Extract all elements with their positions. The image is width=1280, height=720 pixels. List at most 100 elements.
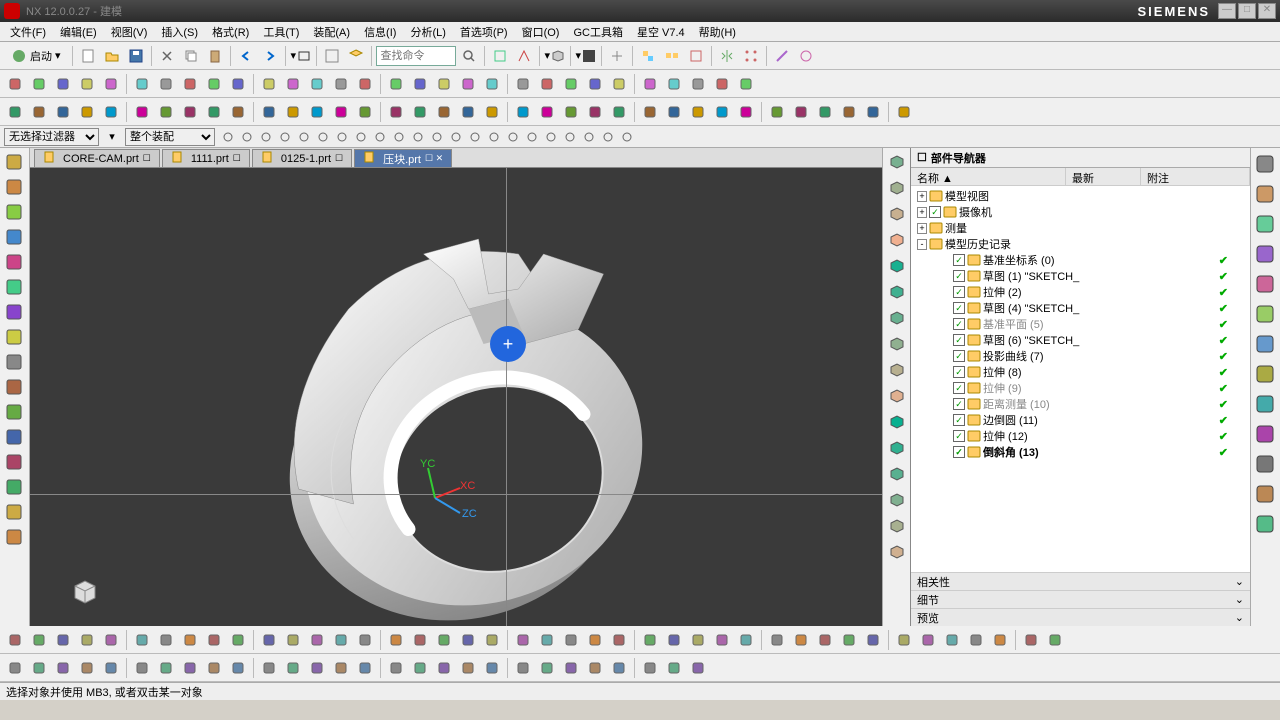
feature-btn-31[interactable] — [790, 101, 812, 123]
tree-row-6[interactable]: ✓拉伸 (2)✔ — [913, 284, 1248, 300]
sketch-btn-27[interactable] — [687, 73, 709, 95]
snap-btn-13[interactable] — [466, 128, 484, 146]
feature-btn-5[interactable] — [131, 101, 153, 123]
tree-row-9[interactable]: ✓草图 (6) "SKETCH_✔ — [913, 332, 1248, 348]
resource-tab-8[interactable] — [1253, 392, 1277, 416]
sketch-btn-18[interactable] — [457, 73, 479, 95]
resource-tab-6[interactable] — [1253, 332, 1277, 356]
bottom1-btn-5[interactable] — [131, 629, 153, 651]
bottom2-btn-0[interactable] — [4, 657, 26, 679]
doc-tab-2[interactable]: 0125-1.prt☐ — [252, 149, 352, 167]
view-tool-3[interactable] — [885, 228, 909, 252]
bottom2-btn-6[interactable] — [155, 657, 177, 679]
feature-btn-19[interactable] — [481, 101, 503, 123]
shade-button[interactable]: ▾ — [575, 45, 597, 67]
sketch-btn-26[interactable] — [663, 73, 685, 95]
section-details[interactable]: 细节⌄ — [911, 590, 1250, 608]
bottom2-btn-9[interactable] — [227, 657, 249, 679]
bottom1-btn-20[interactable] — [512, 629, 534, 651]
bottom1-btn-16[interactable] — [409, 629, 431, 651]
snap-btn-9[interactable] — [390, 128, 408, 146]
sketch-btn-19[interactable] — [481, 73, 503, 95]
sketch-btn-23[interactable] — [584, 73, 606, 95]
sketch-btn-14[interactable] — [354, 73, 376, 95]
snap-btn-2[interactable] — [257, 128, 275, 146]
feature-btn-6[interactable] — [155, 101, 177, 123]
menu-O[interactable]: 窗口(O) — [516, 22, 566, 42]
visibility-checkbox[interactable]: ✓ — [953, 446, 965, 458]
resource-tab-9[interactable] — [1253, 422, 1277, 446]
snap-btn-8[interactable] — [371, 128, 389, 146]
menu-GC[interactable]: GC工具箱 — [567, 22, 629, 42]
bottom2-btn-16[interactable] — [409, 657, 431, 679]
bottom1-btn-14[interactable] — [354, 629, 376, 651]
bottom2-btn-5[interactable] — [131, 657, 153, 679]
feature-btn-0[interactable] — [4, 101, 26, 123]
bottom2-btn-17[interactable] — [433, 657, 455, 679]
snap-btn-5[interactable] — [314, 128, 332, 146]
feature-btn-14[interactable] — [354, 101, 376, 123]
bottom2-btn-27[interactable] — [687, 657, 709, 679]
bottom1-btn-31[interactable] — [790, 629, 812, 651]
sketch-btn-16[interactable] — [409, 73, 431, 95]
selection-filter-select[interactable]: 无选择过滤器 — [4, 128, 99, 146]
tree-row-0[interactable]: +模型视图 — [913, 188, 1248, 204]
visibility-checkbox[interactable]: ✓ — [953, 302, 965, 314]
feature-btn-21[interactable] — [536, 101, 558, 123]
sketch-btn-13[interactable] — [330, 73, 352, 95]
bottom2-btn-7[interactable] — [179, 657, 201, 679]
redo-button[interactable] — [259, 45, 281, 67]
bottom1-btn-30[interactable] — [766, 629, 788, 651]
left-tool-4[interactable] — [2, 250, 26, 274]
snap-btn-20[interactable] — [599, 128, 617, 146]
sketch-btn-25[interactable] — [639, 73, 661, 95]
bottom2-btn-23[interactable] — [584, 657, 606, 679]
tree-row-5[interactable]: ✓草图 (1) "SKETCH_✔ — [913, 268, 1248, 284]
resource-tab-3[interactable] — [1253, 242, 1277, 266]
view-tool-11[interactable] — [885, 436, 909, 460]
bottom1-btn-39[interactable] — [989, 629, 1011, 651]
bottom1-btn-38[interactable] — [965, 629, 987, 651]
left-tool-15[interactable] — [2, 525, 26, 549]
col-notes[interactable]: 附注 — [1141, 168, 1250, 185]
bottom2-btn-11[interactable] — [282, 657, 304, 679]
view-tool-6[interactable] — [885, 306, 909, 330]
menu-H[interactable]: 帮助(H) — [693, 22, 742, 42]
left-tool-8[interactable] — [2, 350, 26, 374]
sketch-btn-7[interactable] — [179, 73, 201, 95]
visibility-checkbox[interactable]: ✓ — [953, 350, 965, 362]
assembly-filter-select[interactable]: 整个装配 — [125, 128, 215, 146]
resource-tab-12[interactable] — [1253, 512, 1277, 536]
pattern-button[interactable] — [740, 45, 762, 67]
sketch-btn-2[interactable] — [52, 73, 74, 95]
view-tool-14[interactable] — [885, 514, 909, 538]
bottom1-btn-4[interactable] — [100, 629, 122, 651]
bottom1-btn-12[interactable] — [306, 629, 328, 651]
snap-btn-1[interactable] — [238, 128, 256, 146]
tab-close-icon[interactable]: ☐ — [143, 153, 151, 164]
snap-btn-3[interactable] — [276, 128, 294, 146]
visibility-checkbox[interactable]: ✓ — [953, 334, 965, 346]
menu-R[interactable]: 格式(R) — [206, 22, 255, 42]
command-search-input[interactable] — [376, 46, 456, 66]
feature-btn-27[interactable] — [687, 101, 709, 123]
tree-row-8[interactable]: ✓基准平面 (5)✔ — [913, 316, 1248, 332]
left-tool-10[interactable] — [2, 400, 26, 424]
doc-tab-0[interactable]: CORE-CAM.prt☐ — [34, 149, 160, 167]
view-tool-8[interactable] — [885, 358, 909, 382]
visibility-checkbox[interactable]: ✓ — [953, 382, 965, 394]
bottom2-btn-21[interactable] — [536, 657, 558, 679]
bottom1-btn-7[interactable] — [179, 629, 201, 651]
feature-btn-22[interactable] — [560, 101, 582, 123]
feature-btn-33[interactable] — [838, 101, 860, 123]
tree-row-2[interactable]: +测量 — [913, 220, 1248, 236]
search-button[interactable] — [458, 45, 480, 67]
menu-L[interactable]: 分析(L) — [404, 22, 451, 42]
paste-button[interactable] — [204, 45, 226, 67]
snap-btn-6[interactable] — [333, 128, 351, 146]
section-preview[interactable]: 预览⌄ — [911, 608, 1250, 626]
bottom1-btn-28[interactable] — [711, 629, 733, 651]
copy-button[interactable] — [180, 45, 202, 67]
feature-btn-9[interactable] — [227, 101, 249, 123]
assembly1-button[interactable] — [637, 45, 659, 67]
